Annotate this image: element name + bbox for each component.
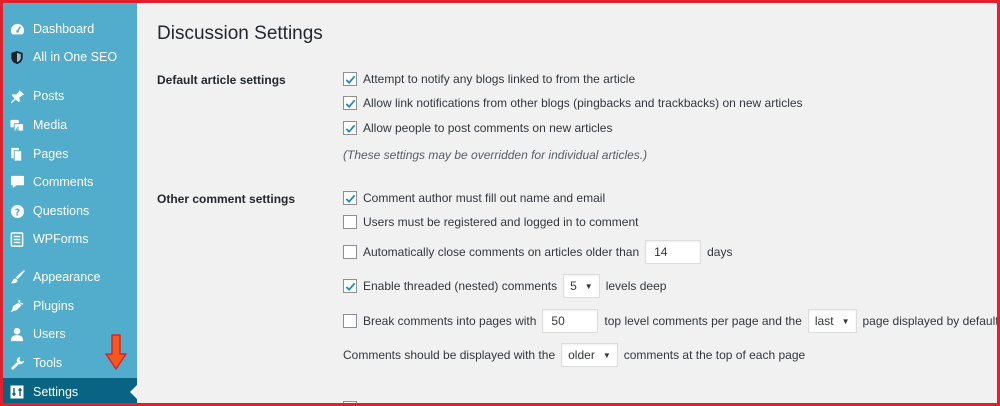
sidebar-item-media[interactable]: Media <box>3 111 137 139</box>
comment-bubble-icon <box>9 174 25 190</box>
default-article-settings-label: Default article settings <box>157 73 286 87</box>
option-order: Comments should be displayed with the ol… <box>343 343 806 367</box>
svg-text:?: ? <box>14 207 19 218</box>
screenshot-frame: Dashboard All in One SEO Posts Media Pag <box>0 0 1000 406</box>
threaded-checkbox[interactable] <box>343 279 357 293</box>
user-icon <box>9 326 25 342</box>
option-auto-close: Automatically close comments on articles… <box>343 240 733 264</box>
sidebar-item-label: Tools <box>33 356 63 370</box>
chevron-down-icon: ▼ <box>602 350 611 360</box>
notify-linked-blogs-checkbox[interactable] <box>343 72 357 86</box>
sidebar-item-questions[interactable]: ? Questions <box>3 197 137 225</box>
sidebar-item-label: Settings <box>33 385 79 399</box>
paged-checkbox[interactable] <box>343 314 357 328</box>
sidebar-item-label: Questions <box>33 204 90 218</box>
auto-close-days-input[interactable]: 14 <box>645 240 702 264</box>
auto-close-days-label: days <box>707 245 733 259</box>
option-allow-comments: Allow people to post comments on new art… <box>343 117 612 139</box>
allow-comments-label: Allow people to post comments on new art… <box>363 121 613 135</box>
sidebar-item-label: Comments <box>33 175 94 189</box>
other-comment-settings-label: Other comment settings <box>157 192 296 206</box>
sidebar-item-label: Media <box>33 118 68 132</box>
sidebar-item-all-in-one-seo[interactable]: All in One SEO <box>3 43 137 71</box>
option-paged: Break comments into pages with 50 top le… <box>343 309 999 333</box>
allow-link-notifications-checkbox[interactable] <box>343 96 357 110</box>
sidebar-item-settings[interactable]: Settings <box>3 378 137 403</box>
sidebar-item-wpforms[interactable]: WPForms <box>3 225 137 253</box>
plug-icon <box>9 298 25 314</box>
default-page-value: last <box>814 314 834 328</box>
settings-icon <box>9 384 25 400</box>
author-fill-checkbox[interactable] <box>343 191 357 205</box>
author-fill-label: Comment author must fill out name and em… <box>363 191 606 205</box>
sidebar-item-label: WPForms <box>33 232 89 246</box>
partial-checkbox[interactable] <box>343 401 357 403</box>
main-content: Discussion Settings Default article sett… <box>137 3 999 403</box>
registered-label: Users must be registered and logged in t… <box>363 215 639 229</box>
sidebar-item-label: Dashboard <box>33 22 95 36</box>
auto-close-checkbox[interactable] <box>343 245 357 259</box>
default-page-select[interactable]: last ▼ <box>807 309 857 333</box>
checkmark-icon <box>345 75 355 84</box>
checkmark-icon <box>345 124 355 133</box>
sidebar-item-plugins[interactable]: Plugins <box>3 292 137 320</box>
registered-checkbox[interactable] <box>343 215 357 229</box>
paged-label: Break comments into pages with <box>363 314 537 328</box>
sidebar-item-posts[interactable]: Posts <box>3 82 137 110</box>
sidebar-item-label: Plugins <box>33 299 74 313</box>
thread-depth-select[interactable]: 5 ▼ <box>563 274 600 298</box>
option-allow-link-notifications: Allow link notifications from other blog… <box>343 92 803 114</box>
sidebar-item-label: Pages <box>33 147 69 161</box>
wrench-icon <box>9 355 25 371</box>
thread-depth-value: 5 <box>570 279 577 293</box>
forms-icon <box>9 231 25 247</box>
auto-close-label: Automatically close comments on articles… <box>363 245 640 259</box>
checkmark-icon <box>345 282 355 291</box>
pages-icon <box>9 146 25 162</box>
comment-order-select[interactable]: older ▼ <box>561 343 618 367</box>
paged-after-label: page displayed by default <box>862 314 999 328</box>
paintbrush-icon <box>9 269 25 285</box>
option-registered: Users must be registered and logged in t… <box>343 211 638 233</box>
sidebar-item-comments[interactable]: Comments <box>3 168 137 196</box>
option-author-fill: Comment author must fill out name and em… <box>343 187 605 209</box>
sidebar-item-label: All in One SEO <box>33 50 118 64</box>
media-icon <box>9 117 25 133</box>
dashboard-icon <box>9 21 25 37</box>
admin-sidebar: Dashboard All in One SEO Posts Media Pag <box>3 3 137 403</box>
threaded-label: Enable threaded (nested) comments <box>363 279 558 293</box>
shield-icon <box>9 49 25 65</box>
page-title: Discussion Settings <box>157 23 323 44</box>
arrow-down-icon <box>105 334 127 370</box>
comment-order-value: older <box>568 348 595 362</box>
levels-deep-label: levels deep <box>605 279 667 293</box>
chevron-down-icon: ▼ <box>584 281 593 291</box>
paged-middle-label: top level comments per page and the <box>604 314 802 328</box>
notify-linked-blogs-label: Attempt to notify any blogs linked to fr… <box>363 72 636 86</box>
option-threaded: Enable threaded (nested) comments 5 ▼ le… <box>343 274 667 298</box>
order-after-label: comments at the top of each page <box>623 348 806 362</box>
override-note: (These settings may be overridden for in… <box>343 148 648 162</box>
checkmark-icon <box>345 99 355 108</box>
sidebar-item-label: Posts <box>33 89 65 103</box>
sidebar-item-dashboard[interactable]: Dashboard <box>3 15 137 43</box>
sidebar-item-label: Users <box>33 327 66 341</box>
sidebar-item-appearance[interactable]: Appearance <box>3 263 137 291</box>
sidebar-item-label: Appearance <box>33 270 101 284</box>
sidebar-item-pages[interactable]: Pages <box>3 140 137 168</box>
allow-link-notifications-label: Allow link notifications from other blog… <box>363 96 803 110</box>
pushpin-icon <box>9 88 25 104</box>
comments-per-page-input[interactable]: 50 <box>542 309 599 333</box>
order-label: Comments should be displayed with the <box>343 348 556 362</box>
chevron-down-icon: ▼ <box>841 316 850 326</box>
allow-comments-checkbox[interactable] <box>343 121 357 135</box>
question-icon: ? <box>9 203 25 219</box>
option-notify-linked-blogs: Attempt to notify any blogs linked to fr… <box>343 68 635 90</box>
checkmark-icon <box>345 194 355 203</box>
